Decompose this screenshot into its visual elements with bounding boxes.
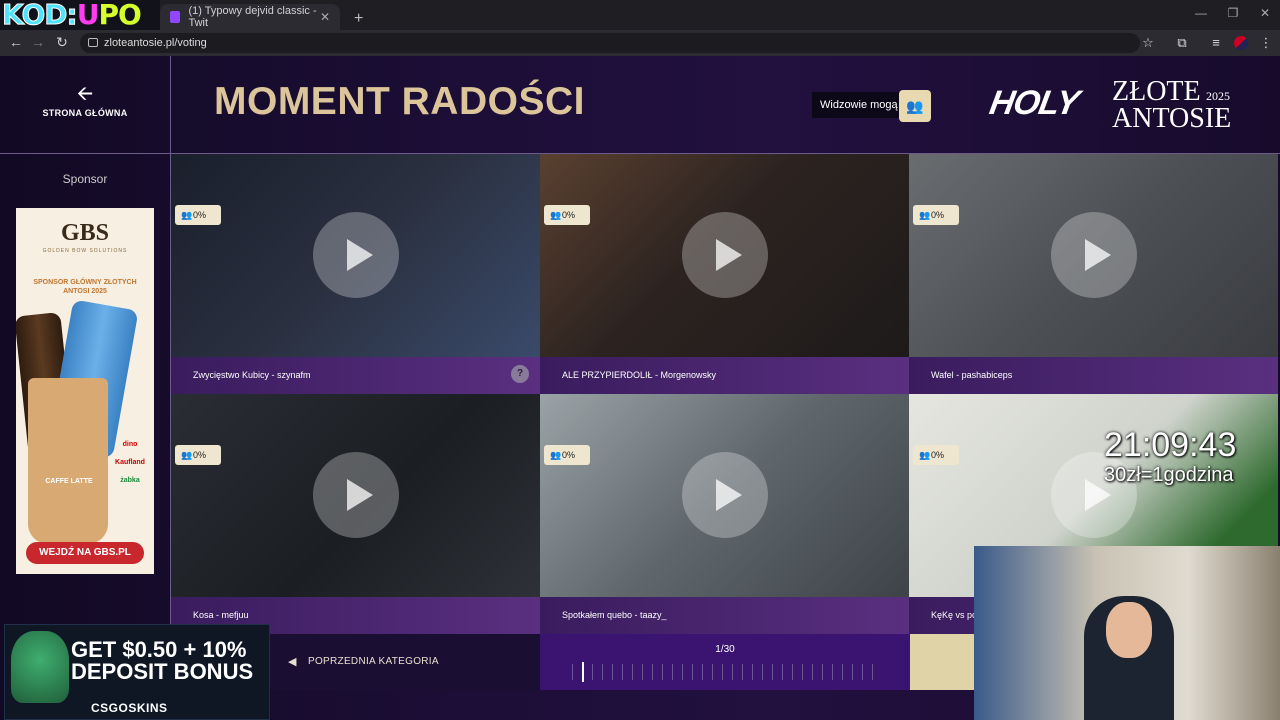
play-icon[interactable] — [682, 452, 768, 538]
category-progress-handle[interactable] — [582, 662, 585, 682]
clip-card[interactable]: 👥0% Kosa - mefjuu — [171, 394, 540, 634]
category-pager: 1/30 — [540, 634, 910, 690]
clip-card[interactable]: 👥0% Wafel - pashabiceps — [909, 154, 1278, 394]
vote-percent-badge: 👥0% — [544, 445, 590, 465]
streamer-webcam — [974, 546, 1280, 720]
webcam-face — [1106, 602, 1152, 658]
users-icon: 👥 — [919, 210, 931, 220]
play-icon[interactable] — [1051, 212, 1137, 298]
users-icon[interactable]: 👥 — [899, 90, 931, 122]
address-bar[interactable]: zloteantosie.pl/voting — [80, 33, 1140, 53]
back-label: STRONA GŁÓWNA — [42, 108, 128, 118]
users-icon: 👥 — [919, 450, 931, 460]
page-indicator: 1/30 — [715, 644, 735, 655]
arrow-left-icon: 🡨 — [76, 83, 94, 105]
subathon-timer: 21:09:43 — [1104, 426, 1237, 464]
bookmark-star-icon[interactable]: ☆ — [1138, 35, 1158, 51]
clip-card[interactable]: 👥0% Zwycięstwo Kubicy - szynafm ? — [171, 154, 540, 394]
mascot-image — [11, 631, 69, 703]
logo-year: 2025 — [1206, 89, 1230, 103]
ad-retailers: dino Kaufland żabka — [115, 441, 145, 484]
clip-card[interactable]: 👥0% Spotkałem quebo - taazy_ — [540, 394, 909, 634]
vote-percent-badge: 👥0% — [175, 445, 221, 465]
close-tab-icon[interactable]: ✕ — [320, 10, 330, 24]
twitch-icon — [170, 11, 181, 23]
window-close-icon[interactable]: ✕ — [1250, 6, 1280, 20]
sponsor-ad[interactable]: GBS GOLDEN BOW SOLUTIONS SPONSOR GŁÓWNY … — [16, 208, 154, 574]
ad-product-cup — [28, 378, 108, 544]
back-to-home-button[interactable]: 🡨 STRONA GŁÓWNA — [40, 83, 130, 118]
profile-avatar[interactable] — [1234, 36, 1248, 50]
chevron-left-icon: ◀ — [288, 656, 297, 668]
url-text: zloteantosie.pl/voting — [104, 37, 207, 49]
vote-percent-badge: 👥0% — [913, 445, 959, 465]
users-icon: 👥 — [181, 450, 193, 460]
holy-logo: HOLY — [986, 84, 1082, 122]
minimize-icon[interactable]: — — [1186, 6, 1216, 20]
users-icon: 👥 — [181, 210, 193, 220]
next-category-button[interactable] — [910, 634, 980, 690]
category-progress-track[interactable] — [572, 664, 878, 680]
play-icon[interactable] — [313, 452, 399, 538]
bonus-brand: CSGOSKINS — [91, 701, 168, 715]
new-tab-button[interactable]: + — [344, 6, 364, 32]
viewers-label: Widzowie mogą — [812, 92, 906, 118]
media-controls-icon[interactable]: ≡ — [1206, 35, 1226, 50]
prev-category-label: POPRZEDNIA KATEGORIA — [308, 656, 439, 667]
reload-icon[interactable]: ↻ — [52, 34, 72, 51]
help-icon[interactable]: ? — [511, 365, 529, 383]
play-icon[interactable] — [682, 212, 768, 298]
browser-toolbar: ← → ↻ zloteantosie.pl/voting ☆ ⧉ ≡ ⋮ — [0, 30, 1280, 56]
bonus-headline: GET $0.50 + 10% DEPOSIT BONUS — [71, 637, 254, 684]
forward-icon[interactable]: → — [28, 34, 48, 50]
clip-title: Zwycięstwo Kubicy - szynafm — [171, 357, 540, 394]
browser-tab-twitch[interactable]: (1) Typowy dejvid classic - Twit ✕ — [160, 4, 340, 30]
casino-bonus-overlay: GET $0.50 + 10% DEPOSIT BONUS CSGOSKINS — [4, 624, 270, 720]
vote-percent-badge: 👥0% — [913, 205, 959, 225]
site-info-icon[interactable] — [88, 38, 98, 47]
stream-logo: KOD:UPO — [0, 0, 160, 30]
ad-cta-button[interactable]: WEJDŹ NA GBS.PL — [26, 542, 144, 564]
sponsor-label: Sponsor — [62, 172, 108, 186]
back-icon[interactable]: ← — [6, 34, 26, 50]
browser-tab-bar: KOD:UPO ✕ (1) Typowy dejvid classic - Tw… — [0, 0, 1280, 30]
clip-title: Wafel - pashabiceps — [909, 357, 1278, 394]
clip-title: ALE PRZYPIERDOLIŁ - Morgenowsky — [540, 357, 909, 394]
vote-percent-badge: 👥0% — [544, 205, 590, 225]
ad-brand: GBS — [60, 220, 110, 246]
ad-product-name: CAFFE LATTE — [45, 478, 93, 485]
maximize-icon[interactable]: ❐ — [1218, 6, 1248, 20]
ad-sponsor-text: SPONSOR GŁÓWNY ZŁOTYCH ANTOSI 2025 — [33, 279, 137, 295]
extensions-icon[interactable]: ⧉ — [1172, 35, 1192, 51]
page-header: 🡨 STRONA GŁÓWNA MOMENT RADOŚCI Widzowie … — [0, 56, 1280, 154]
play-icon[interactable] — [313, 212, 399, 298]
users-icon: 👥 — [550, 210, 562, 220]
vote-percent-badge: 👥0% — [175, 205, 221, 225]
clip-title: Spotkałem quebo - taazy_ — [540, 597, 909, 634]
users-icon: 👥 — [550, 450, 562, 460]
category-title: MOMENT RADOŚCI — [214, 80, 585, 123]
menu-icon[interactable]: ⋮ — [1256, 35, 1276, 51]
zlote-antosie-logo: ZŁOTE ANTOSIE — [1112, 76, 1232, 134]
clip-card[interactable]: 👥0% ALE PRZYPIERDOLIŁ - Morgenowsky — [540, 154, 909, 394]
ad-brand-sub: GOLDEN BOW SOLUTIONS — [42, 248, 128, 254]
tab-title: (1) Typowy dejvid classic - Twit — [188, 5, 317, 29]
subathon-rate: 30zł=1godzina — [1104, 464, 1234, 486]
